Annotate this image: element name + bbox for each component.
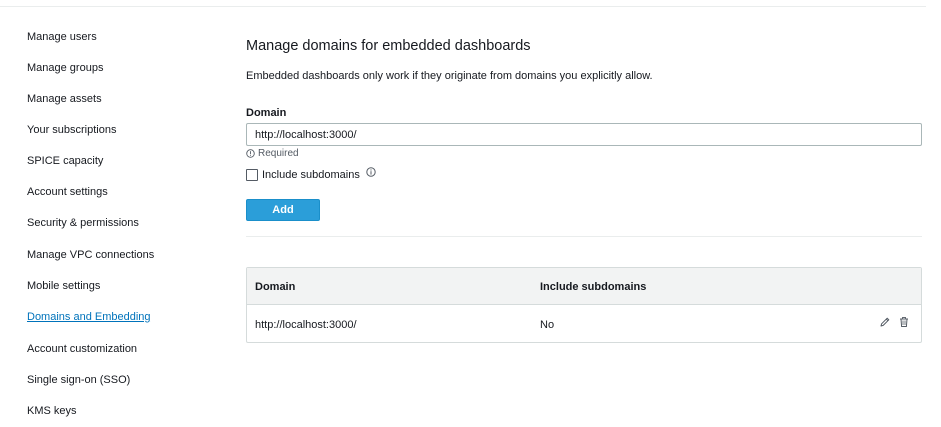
table-row: http://localhost:3000/ No xyxy=(247,305,921,342)
sidebar-item-kms-keys[interactable]: KMS keys xyxy=(27,404,77,418)
page-description: Embedded dashboards only work if they or… xyxy=(246,70,653,82)
domains-table: Domain Include subdomains http://localho… xyxy=(246,267,922,343)
sidebar-item-account-customization[interactable]: Account customization xyxy=(27,342,137,356)
sidebar-item-mobile-settings[interactable]: Mobile settings xyxy=(27,279,100,293)
trash-icon[interactable] xyxy=(898,316,910,328)
info-icon[interactable] xyxy=(366,167,376,177)
domain-field-label: Domain xyxy=(246,107,287,119)
domain-input[interactable] xyxy=(246,123,922,146)
sidebar-item-account-settings[interactable]: Account settings xyxy=(27,185,108,199)
sidebar-item-manage-vpc-connections[interactable]: Manage VPC connections xyxy=(27,248,154,262)
required-hint: Required xyxy=(246,147,299,160)
row-domain-cell: http://localhost:3000/ xyxy=(255,319,357,331)
sidebar-item-manage-assets[interactable]: Manage assets xyxy=(27,92,102,106)
sidebar-item-security-permissions[interactable]: Security & permissions xyxy=(27,216,139,230)
include-subdomains-checkbox[interactable] xyxy=(246,169,258,181)
include-subdomains-row: Include subdomains xyxy=(246,167,376,182)
column-header-domain[interactable]: Domain xyxy=(255,280,295,294)
add-button[interactable]: Add xyxy=(246,199,320,221)
row-include-subdomains-cell: No xyxy=(540,319,555,331)
pencil-icon[interactable] xyxy=(879,316,891,328)
sidebar-item-single-sign-on[interactable]: Single sign-on (SSO) xyxy=(27,373,130,387)
required-hint-text: Required xyxy=(258,148,299,159)
column-header-include-subdomains[interactable]: Include subdomains xyxy=(540,280,646,294)
page-title: Manage domains for embedded dashboards xyxy=(246,38,531,54)
info-circle-icon xyxy=(246,149,255,158)
sidebar-item-domains-and-embedding[interactable]: Domains and Embedding xyxy=(27,310,151,324)
sidebar-item-manage-groups[interactable]: Manage groups xyxy=(27,61,103,75)
table-header: Domain Include subdomains xyxy=(247,268,921,305)
sidebar-item-manage-users[interactable]: Manage users xyxy=(27,30,97,44)
sidebar-nav: Manage users Manage groups Manage assets… xyxy=(0,0,200,427)
sidebar-item-spice-capacity[interactable]: SPICE capacity xyxy=(27,154,103,168)
include-subdomains-label[interactable]: Include subdomains xyxy=(262,168,360,182)
main-content: Manage domains for embedded dashboards E… xyxy=(246,0,922,427)
section-divider xyxy=(246,236,922,237)
sidebar-item-your-subscriptions[interactable]: Your subscriptions xyxy=(27,123,116,137)
